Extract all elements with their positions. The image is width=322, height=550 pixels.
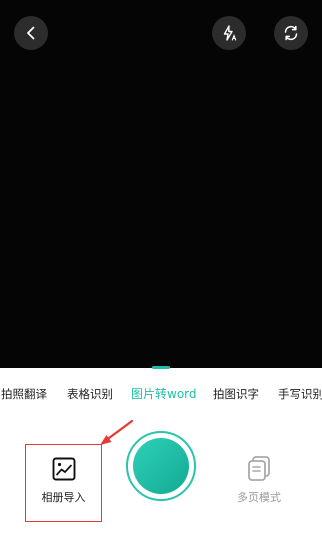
flash-button[interactable] <box>212 16 246 50</box>
tab-photo-text-recognition[interactable]: 拍图识字 <box>213 383 259 405</box>
album-import-label: 相册导入 <box>41 491 86 504</box>
switch-camera-icon <box>284 25 298 41</box>
tab-photo-translate[interactable]: 拍照翻译 <box>1 383 47 405</box>
active-tab-indicator <box>152 366 170 369</box>
annotation-arrow <box>100 419 134 445</box>
album-import-button[interactable]: 相册导入 <box>25 444 102 522</box>
flash-auto-icon <box>223 25 237 41</box>
shutter-button[interactable] <box>126 431 196 501</box>
tab-table-recognition[interactable]: 表格识别 <box>67 383 113 405</box>
multi-page-icon[interactable] <box>246 455 272 483</box>
image-icon <box>52 457 76 481</box>
multi-page-label[interactable]: 多页模式 <box>230 489 288 505</box>
mode-tab-bar: 拍照翻译 表格识别 图片转word 拍图识字 手写识别 <box>0 383 322 405</box>
tab-handwriting-recognition[interactable]: 手写识别 <box>278 383 322 405</box>
switch-camera-button[interactable] <box>274 16 308 50</box>
back-button[interactable] <box>14 16 48 50</box>
camera-viewfinder[interactable] <box>0 0 322 368</box>
tab-image-to-word[interactable]: 图片转word <box>131 383 197 405</box>
chevron-left-icon <box>27 26 35 40</box>
shutter-inner <box>133 438 189 494</box>
